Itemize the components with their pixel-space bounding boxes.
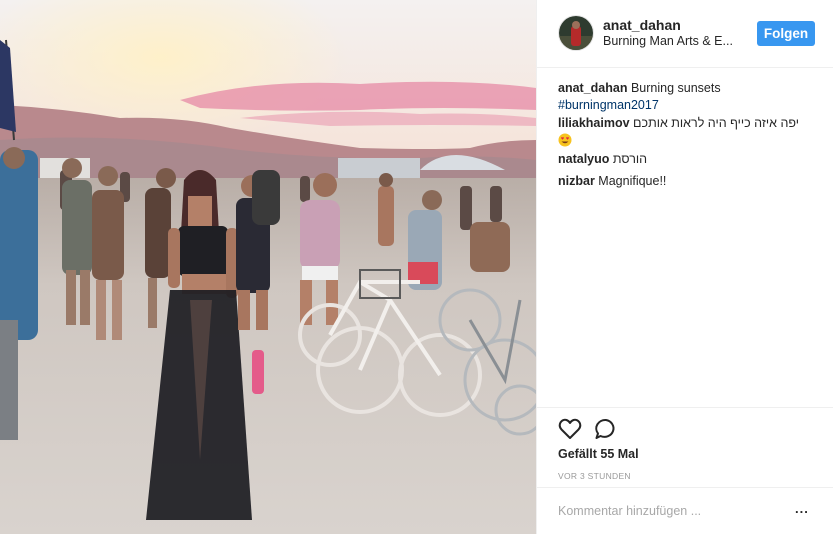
avatar-image bbox=[559, 16, 593, 50]
comment-icon[interactable] bbox=[594, 418, 618, 440]
comment-text: הורסת bbox=[612, 152, 648, 166]
comment-username[interactable]: natalyuo bbox=[558, 152, 609, 166]
heart-icon[interactable] bbox=[558, 418, 582, 440]
comment-username[interactable]: liliakhaimov bbox=[558, 116, 630, 130]
caption: anat_dahan Burning sunsets #burningman20… bbox=[558, 80, 820, 114]
comment-username[interactable]: nizbar bbox=[558, 174, 595, 188]
comments-list: anat_dahan Burning sunsets #burningman20… bbox=[558, 80, 820, 190]
instagram-post: anat_dahan Burning Man Arts & E... Folge… bbox=[0, 0, 833, 534]
comment-text: Magnifique!! bbox=[598, 174, 667, 188]
post-username[interactable]: anat_dahan bbox=[603, 17, 681, 33]
add-comment-bar: Kommentar hinzufügen ... ... bbox=[537, 487, 833, 535]
heart-eyes-emoji-icon bbox=[558, 133, 572, 147]
comment-input[interactable]: Kommentar hinzufügen ... bbox=[558, 504, 701, 518]
caption-text: Burning sunsets bbox=[630, 81, 721, 95]
avatar[interactable] bbox=[558, 15, 594, 51]
likes-count[interactable]: Gefällt 55 Mal bbox=[558, 447, 639, 461]
comment-item: nizbar Magnifique!! bbox=[558, 173, 820, 190]
follow-button[interactable]: Folgen bbox=[757, 21, 815, 46]
comment-item: natalyuo הורסת bbox=[558, 151, 820, 168]
post-photo[interactable] bbox=[0, 0, 536, 534]
more-options-icon[interactable]: ... bbox=[795, 501, 809, 516]
comment-item: liliakhaimov יפה איזה כייף היה לראות אות… bbox=[558, 115, 820, 149]
festival-photo bbox=[0, 0, 536, 534]
caption-username[interactable]: anat_dahan bbox=[558, 81, 627, 95]
post-actions: Gefällt 55 Mal VOR 3 STUNDEN bbox=[537, 407, 833, 481]
post-header: anat_dahan Burning Man Arts & E... Folge… bbox=[537, 0, 833, 68]
post-sidebar: anat_dahan Burning Man Arts & E... Folge… bbox=[536, 0, 833, 534]
post-location[interactable]: Burning Man Arts & E... bbox=[603, 34, 733, 48]
post-timestamp: VOR 3 STUNDEN bbox=[558, 471, 631, 481]
caption-hashtag[interactable]: #burningman2017 bbox=[558, 97, 820, 114]
comment-text: יפה איזה כייף היה לראות אותכם bbox=[633, 116, 800, 130]
